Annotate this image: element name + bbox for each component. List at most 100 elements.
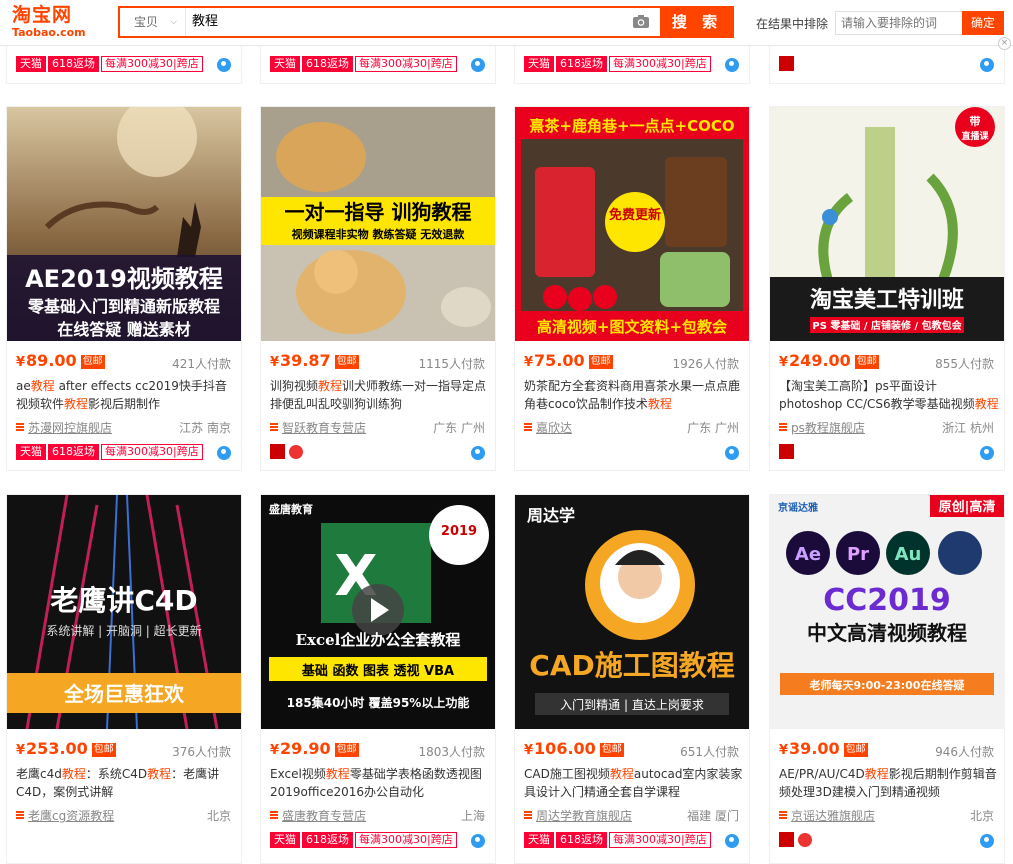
image-text-foot: 老师每天9:00-23:00在线答疑 (809, 678, 965, 692)
prev-card-strip: 天猫 618返场 每满300减30|跨店 (260, 46, 496, 84)
shop-icon (270, 811, 278, 819)
product-image[interactable]: AE2019视频教程 零基础入门到精通新版教程 在线答疑 赠送素材 (7, 107, 241, 341)
wangwang-icon[interactable] (980, 446, 994, 460)
cross-store-label: 跨店 (684, 833, 707, 846)
tmall-tag: 天猫 (16, 56, 46, 72)
promo-label: 每满300减30 (105, 57, 173, 70)
product-title[interactable]: ae教程 after effects cc2019快手抖音视频软件教程影视后期制… (16, 377, 236, 413)
product-card[interactable]: 盛唐教育 X 2019 Excel企业办公全套教程 基础 函数 图表 透视 VB… (260, 494, 496, 864)
shop-link[interactable]: 盛唐教育专营店 (270, 807, 366, 824)
product-card[interactable]: 带 直播课 淘宝美工特训班 PS 零基础 / 店铺装修 / 包教包会 ¥249.… (769, 106, 1005, 471)
currency-symbol: ¥ (16, 355, 26, 370)
tag-row: 天猫 618返场 每满300减30|跨店 (270, 56, 459, 73)
price-value: 75.00 (534, 351, 585, 370)
svg-text:Ae: Ae (795, 544, 821, 565)
wangwang-icon[interactable] (471, 834, 485, 848)
shop-icon (16, 811, 24, 819)
svg-text:Au: Au (895, 544, 922, 565)
product-image[interactable]: 盛唐教育 X 2019 Excel企业办公全套教程 基础 函数 图表 透视 VB… (261, 495, 495, 729)
free-shipping-badge: 包邮 (334, 742, 359, 757)
product-image[interactable]: 原创|高清 京谣达雅 Ae Pr Au CC2019 中文高清视频教程 老师每天… (770, 495, 1004, 729)
product-image[interactable]: 熹茶+鹿角巷+一点点+COCO 免费更新 高清视频+图文资料+包教会 (515, 107, 749, 341)
free-shipping-badge: 包邮 (588, 354, 613, 369)
wangwang-icon[interactable] (980, 834, 994, 848)
wangwang-icon[interactable] (471, 446, 485, 460)
product-title[interactable]: CAD施工图视频教程autocad室内家装家具设计入门精通全套自学课程 (524, 765, 744, 801)
camera-icon[interactable] (632, 14, 650, 29)
tag-row (270, 444, 303, 461)
shop-link[interactable]: 老鹰cg资源教程 (16, 807, 114, 824)
product-title[interactable]: 老鹰c4d教程：系统C4D教程：老鹰讲C4D，案例式讲解 (16, 765, 236, 801)
product-card[interactable]: AE2019视频教程 零基础入门到精通新版教程 在线答疑 赠送素材 ¥89.00… (6, 106, 242, 471)
product-title[interactable]: 训狗视频教程训犬师教练一对一指导定点排便乱叫乱咬驯狗训练狗 (270, 377, 490, 413)
image-text-main: 淘宝美工特训班 (810, 287, 964, 313)
product-title[interactable]: 奶茶配方全套资料商用喜茶水果一点点鹿角巷coco饮品制作技术教程 (524, 377, 744, 413)
search-button[interactable]: 搜 索 (660, 6, 734, 38)
event-tag: 618返场 (302, 56, 353, 72)
promo-tag: 每满300减30|跨店 (101, 56, 203, 72)
shop-link[interactable]: ps教程旗舰店 (779, 419, 865, 436)
title-part: ae (16, 379, 31, 393)
price-value: 39.00 (789, 739, 840, 758)
wangwang-icon[interactable] (217, 446, 231, 460)
location: 北京 (206, 809, 231, 823)
search-input[interactable]: 教程 (192, 8, 622, 36)
wangwang-icon[interactable] (471, 58, 485, 72)
event-tag: 618返场 (302, 832, 353, 848)
taobao-logo[interactable]: 淘宝网 Taobao.com (12, 4, 92, 42)
product-title[interactable]: 【淘宝美工高阶】ps平面设计photoshop CC/CS6教学零基础视频教程 (779, 377, 999, 413)
product-card[interactable]: 原创|高清 京谣达雅 Ae Pr Au CC2019 中文高清视频教程 老师每天… (769, 494, 1005, 864)
shop-icon (16, 423, 24, 431)
title-part: 训狗视频 (270, 379, 319, 393)
image-text-sub: 零基础入门到精通新版教程 (27, 297, 220, 316)
product-price: ¥29.90 包邮 (270, 739, 359, 758)
product-price: ¥75.00 包邮 (524, 351, 613, 370)
wangwang-icon[interactable] (725, 834, 739, 848)
exclude-confirm-button[interactable]: 确定 (962, 11, 1004, 35)
price-value: 39.87 (280, 351, 331, 370)
product-card[interactable]: 一对一指导 训狗教程 视频课程非实物 教练答疑 无效退款 ¥39.87 包邮 11… (260, 106, 496, 471)
wangwang-icon[interactable] (725, 58, 739, 72)
product-image[interactable]: 老鹰讲C4D 系统讲解 | 开脑洞 | 超长更新 全场巨惠狂欢 (7, 495, 241, 729)
shop-icon (779, 423, 787, 431)
product-card[interactable]: 老鹰讲C4D 系统讲解 | 开脑洞 | 超长更新 全场巨惠狂欢 ¥253.00 包… (6, 494, 242, 864)
svg-text:京谣达雅: 京谣达雅 (778, 501, 818, 514)
close-icon[interactable]: × (998, 37, 1011, 50)
svg-text:2019: 2019 (441, 524, 477, 539)
cross-store-label: 跨店 (684, 57, 707, 70)
title-part: 影视后期制作 (88, 397, 161, 411)
shop-name: 老鹰cg资源教程 (28, 809, 115, 823)
product-title[interactable]: Excel视频教程零基础学表格函数透视图2019office2016办公自动化 (270, 765, 490, 801)
product-card[interactable]: 周达学 CAD施工图教程 入门到精通 | 直达上岗要求 ¥106.00 包邮 65… (514, 494, 750, 864)
category-dropdown[interactable]: 宝贝 ⌵ (120, 8, 186, 36)
tag-row: 天猫 618返场 每满300减30|跨店 (524, 832, 713, 849)
shop-link[interactable]: 苏漫网控旗舰店 (16, 419, 112, 436)
shop-link[interactable]: 智跃教育专营店 (270, 419, 366, 436)
tmall-tag: 天猫 (270, 832, 300, 848)
shop-link[interactable]: 周达学教育旗舰店 (524, 807, 632, 824)
exclude-input[interactable] (835, 11, 962, 35)
title-keyword: 教程 (147, 767, 172, 781)
promo-label: 每满300减30 (359, 57, 427, 70)
deal-count: 946人付款 (935, 745, 994, 759)
event-tag: 618返场 (48, 444, 99, 460)
wangwang-icon[interactable] (980, 58, 994, 72)
title-keyword: 教程 (64, 397, 89, 411)
product-image[interactable]: 一对一指导 训狗教程 视频课程非实物 教练答疑 无效退款 (261, 107, 495, 341)
product-image[interactable]: 带 直播课 淘宝美工特训班 PS 零基础 / 店铺装修 / 包教包会 (770, 107, 1004, 341)
title-part: 老鹰c4d (16, 767, 62, 781)
product-title[interactable]: AE/PR/AU/C4D教程影视后期制作剪辑音频处理3D建模入门到精通视频 (779, 765, 999, 801)
wangwang-icon[interactable] (217, 58, 231, 72)
deal-count: 421人付款 (172, 357, 231, 371)
tmall-tag: 天猫 (524, 832, 554, 848)
shop-link[interactable]: 京谣达雅旗舰店 (779, 807, 875, 824)
product-card[interactable]: 熹茶+鹿角巷+一点点+COCO 免费更新 高清视频+图文资料+包教会 ¥75.0… (514, 106, 750, 471)
wangwang-icon[interactable] (725, 446, 739, 460)
product-image[interactable]: 周达学 CAD施工图教程 入门到精通 | 直达上岗要求 (515, 495, 749, 729)
price-value: 89.00 (26, 351, 77, 370)
product-price: ¥39.87 包邮 (270, 351, 359, 370)
search-box: 宝贝 ⌵ 教程 搜 索 (118, 6, 734, 38)
shop-link[interactable]: 嘉欣达 (524, 419, 572, 436)
image-text-foot: 185集40小时 覆盖95%以上功能 (287, 695, 470, 710)
title-part: CAD施工图视频 (524, 767, 610, 781)
